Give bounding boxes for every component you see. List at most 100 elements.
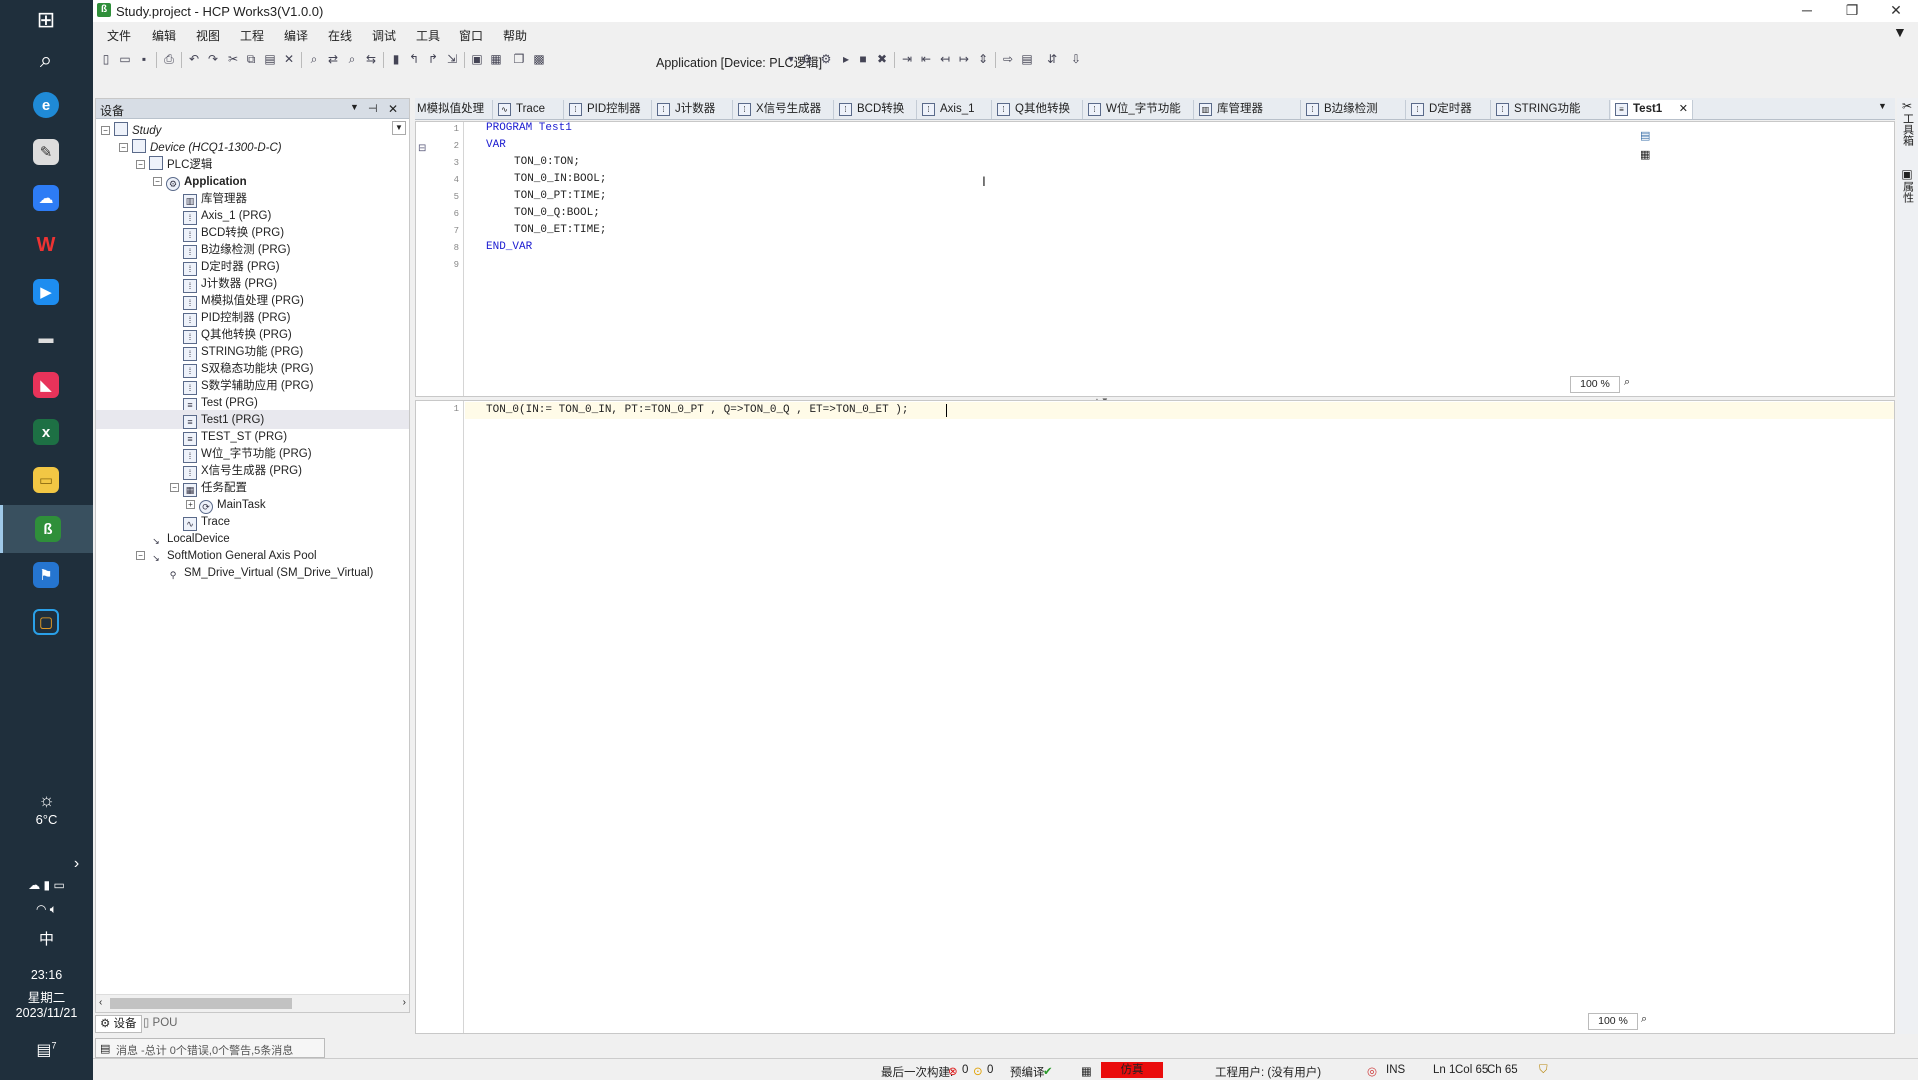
remote-app-icon[interactable]: ⚑ <box>22 555 70 595</box>
tab-counter[interactable]: ⁞ J计数器 <box>653 100 733 119</box>
file-explorer-icon[interactable]: ▭ <box>22 460 70 500</box>
close-panel-icon[interactable]: ✕ <box>388 102 398 116</box>
find-replace-icon[interactable]: ⇄ <box>325 51 341 67</box>
reset-icon[interactable]: ✖ <box>874 51 890 67</box>
window-icon[interactable]: ▣ <box>469 51 485 67</box>
filter-icon[interactable]: ▼ <box>1893 24 1907 40</box>
notes-app-icon[interactable]: ✎ <box>22 132 70 172</box>
tab-other-convert[interactable]: ⁞ Q其他转换 <box>993 100 1083 119</box>
menu-view[interactable]: 视图 <box>196 27 220 44</box>
run-to-cursor-icon[interactable]: ↦ <box>956 51 972 67</box>
build-icon[interactable]: ▩ <box>531 51 547 67</box>
window-app-icon[interactable]: ▢ <box>22 602 70 642</box>
messages-bar[interactable]: ▤ 消息 -总计 0个错误,0个警告,5条消息 <box>95 1038 325 1058</box>
step-into-icon[interactable]: ⇤ <box>918 51 934 67</box>
tab-devices[interactable]: ⚙ 设备 <box>95 1015 142 1033</box>
delete-icon[interactable]: ✕ <box>281 51 297 67</box>
tab-bit-byte[interactable]: ⁞ W位_字节功能 <box>1084 100 1194 119</box>
precompile-label[interactable]: 预编译 <box>1010 1064 1045 1080</box>
video-app-icon[interactable]: ▬ <box>22 318 70 358</box>
tab-edge-detect[interactable]: ⁞ B边缘检测 <box>1302 100 1406 119</box>
declaration-view-icon[interactable]: ▤ <box>1640 129 1650 142</box>
memory-icon[interactable]: ▤ <box>1019 51 1035 67</box>
media-app-icon[interactable]: ◣ <box>22 365 70 405</box>
ime-indicator[interactable]: 中 <box>0 928 93 949</box>
horizontal-scrollbar[interactable]: ‹ › <box>96 994 409 1012</box>
tab-library[interactable]: ▥ 库管理器 <box>1195 100 1301 119</box>
find-icon[interactable]: ⌕ <box>306 51 322 67</box>
force-values-icon[interactable]: ⇩ <box>1068 51 1084 67</box>
bookmark-next-icon[interactable]: ↰ <box>406 51 422 67</box>
tree-item-sm-drive[interactable]: ⚲ SM_Drive_Virtual (SM_Drive_Virtual) <box>166 563 374 583</box>
bookmark-prev-icon[interactable]: ↱ <box>425 51 441 67</box>
cloud-app-icon[interactable]: ☁ <box>22 178 70 218</box>
search-icon[interactable]: ⌕ <box>22 40 70 80</box>
bookmark-icon[interactable]: ▮ <box>388 51 404 67</box>
zoom-icon[interactable]: ⌕ <box>1624 376 1630 389</box>
print-icon[interactable]: ⎙ <box>161 51 177 67</box>
tab-bcd[interactable]: ⁞ BCD转换 <box>835 100 917 119</box>
close-window-button[interactable]: ✕ <box>1874 0 1918 22</box>
zoom-level[interactable]: 100 % <box>1588 1013 1638 1030</box>
toolbox-tab[interactable]: ✂ 工具箱 <box>1900 100 1914 149</box>
step-out-icon[interactable]: ↤ <box>937 51 953 67</box>
wps-office-icon[interactable]: W <box>22 225 70 265</box>
menu-build[interactable]: 编译 <box>284 27 308 44</box>
declaration-editor[interactable]: 1 2 3 4 5 6 7 8 9 ⊟ PROGRAM Test1 VAR TO… <box>415 121 1895 397</box>
copy-icon[interactable]: ⧉ <box>243 51 259 67</box>
clock-time[interactable]: 23:16 <box>0 968 93 982</box>
bookmark-clear-icon[interactable]: ⇲ <box>444 51 460 67</box>
replace-icon[interactable]: ⇆ <box>363 51 379 67</box>
undo-icon[interactable]: ↶ <box>186 51 202 67</box>
run-icon[interactable]: ▸ <box>838 51 854 67</box>
open-folder-icon[interactable]: ▭ <box>117 51 133 67</box>
step-over-icon[interactable]: ⇥ <box>899 51 915 67</box>
logout-icon[interactable]: ⚙ <box>818 51 834 67</box>
tab-pid[interactable]: ⁞ PID控制器 <box>565 100 652 119</box>
bookmark-app-icon[interactable]: ▶ <box>22 272 70 312</box>
restore-button[interactable]: ❐ <box>1830 0 1874 22</box>
menu-debug[interactable]: 调试 <box>372 27 396 44</box>
tab-test1-active[interactable]: ≡ Test1 ✕ <box>1611 100 1693 119</box>
tab-string[interactable]: ⁞ STRING功能 <box>1492 100 1610 119</box>
scroll-thumb[interactable] <box>110 998 292 1009</box>
grid-icon[interactable]: ▦ <box>488 51 504 67</box>
tab-trace[interactable]: ∿ Trace <box>494 100 564 119</box>
network-volume-icons[interactable]: ◠ 🔈︎ <box>0 902 93 917</box>
tab-list-dropdown-icon[interactable]: ▼ <box>1878 101 1887 111</box>
menu-file[interactable]: 文件 <box>107 27 131 44</box>
find-all-icon[interactable]: ⌕ <box>344 51 360 67</box>
tab-axis1[interactable]: ⁞ Axis_1 <box>918 100 992 119</box>
notification-icon[interactable]: ▤7 <box>0 1040 93 1060</box>
minimize-button[interactable]: ─ <box>1785 0 1829 22</box>
weather-icon[interactable]: ☼ <box>0 790 93 811</box>
dropdown-arrow-icon[interactable]: ▼ <box>783 51 799 67</box>
pin-icon[interactable]: ⊣ <box>368 102 378 115</box>
save-icon[interactable]: ▪ <box>136 51 152 67</box>
menu-online[interactable]: 在线 <box>328 27 352 44</box>
zoom-level[interactable]: 100 % <box>1570 376 1620 393</box>
menu-window[interactable]: 窗口 <box>459 27 483 44</box>
menu-edit[interactable]: 编辑 <box>152 27 176 44</box>
breakpoint-icon[interactable]: ⇕ <box>975 51 991 67</box>
tree-dropdown-icon[interactable]: ▼ <box>392 121 406 135</box>
security-shield-icon[interactable]: ⛉ <box>1539 1064 1548 1077</box>
panel-dropdown-icon[interactable]: ▼ <box>350 102 359 112</box>
tray-icons[interactable]: ☁ ▮ ▭ <box>0 878 93 892</box>
write-values-icon[interactable]: ⇵ <box>1044 51 1060 67</box>
fold-icon[interactable]: ⊟ <box>418 143 426 154</box>
close-tab-icon[interactable]: ✕ <box>1679 100 1688 118</box>
windows-start-icon[interactable]: ⊞ <box>22 0 70 40</box>
paste-icon[interactable]: ▤ <box>262 51 278 67</box>
tab-analog[interactable]: M模拟值处理 <box>415 100 493 119</box>
tab-pou[interactable]: ▯ POU <box>139 1015 181 1033</box>
implementation-editor[interactable]: 1 TON_0(IN:= TON_0_IN, PT:=TON_0_PT , Q=… <box>415 400 1895 1034</box>
new-file-icon[interactable]: ▯ <box>98 51 114 67</box>
menu-project[interactable]: 工程 <box>240 27 264 44</box>
redo-icon[interactable]: ↷ <box>205 51 221 67</box>
next-statement-icon[interactable]: ⇨ <box>1000 51 1016 67</box>
menu-tools[interactable]: 工具 <box>416 27 440 44</box>
pages-icon[interactable]: ❐ <box>511 51 527 67</box>
cut-icon[interactable]: ✂ <box>225 51 241 67</box>
stop-icon[interactable]: ■ <box>855 51 871 67</box>
